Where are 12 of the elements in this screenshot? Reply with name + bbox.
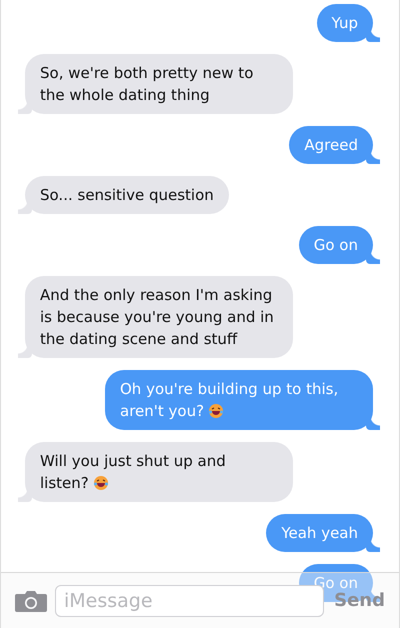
laughing-emoji-icon bbox=[208, 403, 224, 419]
received-message: So, we're both pretty new to the whole dating thing bbox=[18, 54, 293, 114]
sent-message: Go on bbox=[298, 226, 380, 264]
laughing-emoji-icon bbox=[92, 475, 109, 491]
sent-message: Yeah yeah bbox=[266, 514, 380, 552]
received-message: Will you just shut up and listen? bbox=[18, 442, 293, 502]
sent-message: Yup bbox=[316, 4, 380, 42]
received-message: So... sensitive question bbox=[18, 176, 229, 214]
sent-message: Oh you're building up to this, aren't you? bbox=[105, 370, 380, 430]
camera-icon[interactable] bbox=[15, 590, 47, 612]
received-message: And the only reason I'm asking is because you're young and in the dating scene and stuff bbox=[18, 276, 293, 358]
sent-message: Agreed bbox=[289, 126, 380, 164]
